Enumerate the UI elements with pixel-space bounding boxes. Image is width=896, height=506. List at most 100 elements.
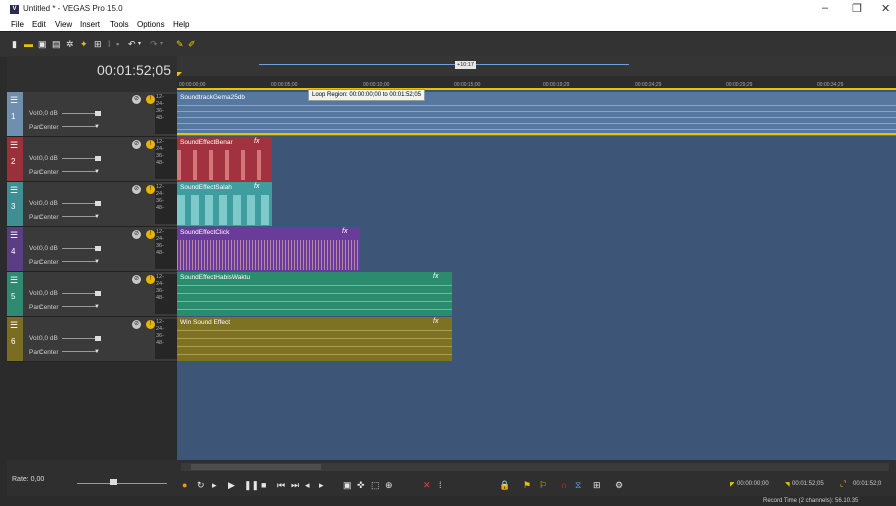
edit-tool-icon[interactable]: ▣ <box>343 480 352 491</box>
event-fx-icon[interactable]: fx <box>342 228 347 235</box>
range-marker[interactable]: +10:17 <box>455 61 476 69</box>
stop-icon[interactable]: ■ <box>261 480 266 490</box>
help-pointer-icon[interactable]: ✐ <box>188 40 196 49</box>
track-menu-icon[interactable]: ☰ <box>10 140 18 151</box>
volume-slider-handle[interactable] <box>95 156 101 161</box>
track-header-1[interactable]: ☰ 1 ⊘ ! Vol: 0,0 dB Pan: Center ▼ 12- 24-… <box>7 92 178 137</box>
pan-slider-handle[interactable]: ▼ <box>94 304 100 310</box>
envelope-tool-icon[interactable]: ✜ <box>357 480 365 491</box>
solo-icon[interactable]: ! <box>146 230 155 239</box>
track-menu-icon[interactable]: ☰ <box>10 320 18 331</box>
time-ruler[interactable]: 00:00:00;00 00:00:05;00 00:00:10;00 00:0… <box>177 76 896 90</box>
settings-gear-icon[interactable]: ⚙ <box>615 480 623 491</box>
menu-help[interactable]: Help <box>173 20 189 29</box>
volume-slider[interactable] <box>62 338 97 339</box>
audio-event-soundtrack[interactable]: SoundtrackGema25db <box>177 92 896 136</box>
track-header-2[interactable]: ☰ 2 ⊘ ! Vol: 0,0 dB Pan: Center ▼ 12- 24-… <box>7 137 178 182</box>
pan-slider[interactable] <box>62 306 97 307</box>
selection-length-time[interactable]: 00:01:52;0 <box>853 481 881 487</box>
scrollbar-thumb[interactable] <box>191 464 321 470</box>
loop-playback-icon[interactable]: ↻ <box>197 480 205 491</box>
properties-gear-icon[interactable]: ✲ <box>66 40 74 49</box>
track-menu-icon[interactable]: ☰ <box>10 185 18 196</box>
snapping-icon[interactable]: ∩ <box>561 480 567 490</box>
solo-icon[interactable]: ! <box>146 320 155 329</box>
volume-slider-handle[interactable] <box>95 336 101 341</box>
audio-event-habis-waktu[interactable]: SoundEffectHabisWaktu fx <box>177 272 452 316</box>
track-header-5[interactable]: ☰ 5 ⊘ ! Vol: 0,0 dB Pan: Center ▼ 12- 24-… <box>7 272 178 317</box>
play-from-start-icon[interactable]: ▸ <box>212 480 217 491</box>
audio-event-click[interactable]: SoundEffectClick fx <box>177 227 360 271</box>
overview-range-line[interactable] <box>259 64 629 65</box>
solo-icon[interactable]: ! <box>146 275 155 284</box>
pan-slider[interactable] <box>62 261 97 262</box>
plugin-icon[interactable]: ✦ <box>80 40 88 49</box>
play-icon[interactable]: ▶ <box>228 480 235 491</box>
previous-frame-icon[interactable]: ◂ <box>305 480 310 491</box>
record-icon[interactable]: ● <box>182 480 187 490</box>
track-menu-icon[interactable]: ☰ <box>10 275 18 286</box>
copy-icon[interactable]: ▪ <box>116 40 119 49</box>
volume-slider[interactable] <box>62 113 97 114</box>
event-fx-icon[interactable]: fx <box>254 183 259 190</box>
delete-icon[interactable]: ✕ <box>423 480 431 491</box>
solo-icon[interactable]: ! <box>146 140 155 149</box>
undo-icon[interactable]: ↶ <box>128 40 136 49</box>
menu-file[interactable]: File <box>11 20 24 29</box>
mute-icon[interactable]: ⊘ <box>132 185 141 194</box>
volume-slider-handle[interactable] <box>95 201 101 206</box>
go-to-end-icon[interactable]: ⏭ <box>291 480 299 491</box>
redo-dropdown-icon[interactable]: ▾ <box>160 40 163 48</box>
event-fx-icon[interactable]: fx <box>433 318 438 325</box>
rate-slider-handle[interactable] <box>110 479 117 485</box>
next-frame-icon[interactable]: ▸ <box>319 480 324 491</box>
minimize-button[interactable]: – <box>822 2 828 14</box>
pause-icon[interactable]: ❚❚ <box>244 480 259 491</box>
pan-slider-handle[interactable]: ▼ <box>94 214 100 220</box>
audio-event-win[interactable]: Win Sound Effect fx <box>177 317 452 361</box>
trim-icon[interactable]: ⊞ <box>94 40 102 49</box>
mute-icon[interactable]: ⊘ <box>132 320 141 329</box>
pan-slider-handle[interactable]: ▼ <box>94 259 100 265</box>
solo-icon[interactable]: ! <box>146 185 155 194</box>
mute-icon[interactable]: ⊘ <box>132 140 141 149</box>
menu-options[interactable]: Options <box>137 20 165 29</box>
maximize-button[interactable]: ❐ <box>852 2 862 15</box>
volume-slider-handle[interactable] <box>95 291 101 296</box>
trim-start-icon[interactable]: ⁞ <box>439 480 442 490</box>
menu-edit[interactable]: Edit <box>32 20 46 29</box>
selection-end-time[interactable]: 00:01:52;05 <box>792 481 824 487</box>
track-header-4[interactable]: ☰ 4 ⊘ ! Vol: 0,0 dB Pan: Center ▼ 12- 24-… <box>7 227 178 272</box>
track-header-6[interactable]: ☰ 6 ⊘ ! Vol: 0,0 dB Pan: Center ▼ 12- 24-… <box>7 317 178 362</box>
new-file-icon[interactable]: ▮ <box>12 40 17 49</box>
save-icon[interactable]: ▣ <box>38 40 47 49</box>
selection-tool-icon[interactable]: ⬚ <box>371 480 380 491</box>
pan-slider[interactable] <box>62 216 97 217</box>
grid-icon[interactable]: ⊞ <box>593 480 601 491</box>
pan-slider[interactable] <box>62 171 97 172</box>
auto-ripple-icon[interactable]: ⧖ <box>575 480 581 491</box>
event-fx-icon[interactable]: fx <box>433 273 438 280</box>
volume-slider[interactable] <box>62 248 97 249</box>
render-icon[interactable]: ▤ <box>52 40 61 49</box>
marker-icon[interactable]: ⚑ <box>523 480 531 491</box>
redo-icon[interactable]: ↷ <box>150 40 158 49</box>
mute-icon[interactable]: ⊘ <box>132 95 141 104</box>
volume-slider[interactable] <box>62 158 97 159</box>
audio-event-benar[interactable]: SoundEffectBenar fx <box>177 137 272 181</box>
cut-icon[interactable]: ǀ <box>108 40 110 49</box>
menu-tools[interactable]: Tools <box>110 20 129 29</box>
rate-slider[interactable] <box>77 483 167 484</box>
mute-icon[interactable]: ⊘ <box>132 230 141 239</box>
volume-slider[interactable] <box>62 203 97 204</box>
menu-insert[interactable]: Insert <box>80 20 100 29</box>
solo-icon[interactable]: ! <box>146 95 155 104</box>
pan-slider-handle[interactable]: ▼ <box>94 169 100 175</box>
volume-slider-handle[interactable] <box>95 111 101 116</box>
track-menu-icon[interactable]: ☰ <box>10 95 18 106</box>
volume-slider[interactable] <box>62 293 97 294</box>
audio-event-salah[interactable]: SoundEffectSalah fx <box>177 182 272 226</box>
pan-slider-handle[interactable]: ▼ <box>94 349 100 355</box>
lock-icon[interactable]: 🔒 <box>499 480 510 491</box>
open-folder-icon[interactable]: ▬ <box>24 40 33 49</box>
